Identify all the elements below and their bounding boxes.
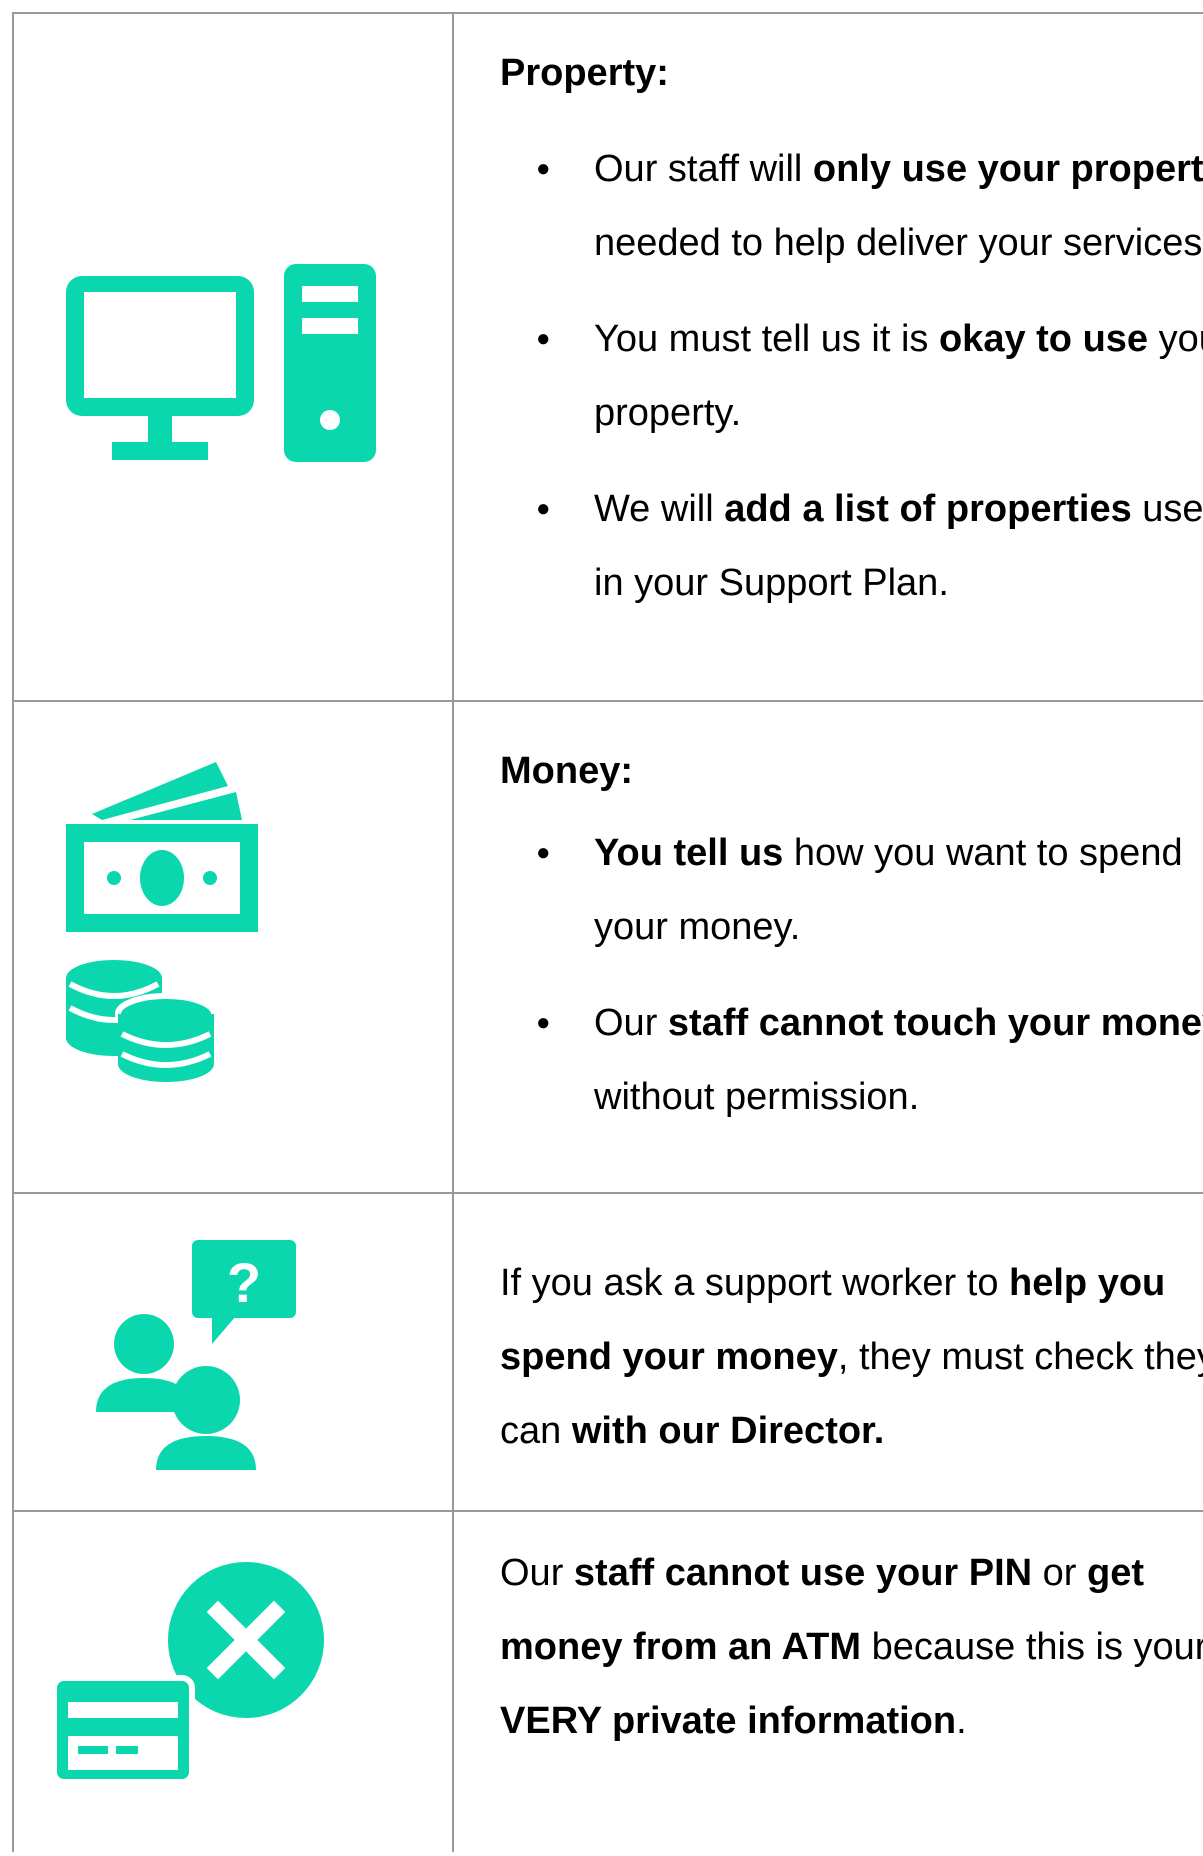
- text-cell-pin: Our staff cannot use your PIN or get mon…: [454, 1512, 1203, 1852]
- property-bullet-3: We will add a list of properties used in…: [536, 472, 1203, 620]
- svg-text:?: ?: [227, 1251, 261, 1314]
- coins-icon: [66, 960, 216, 1082]
- property-bullet-2: You must tell us it is okay to use your …: [536, 302, 1203, 450]
- icon-cell-pin: [12, 1512, 454, 1852]
- people-question-icon: ?: [96, 1240, 296, 1470]
- row-ask-support-worker: ? If you ask a support worker to help yo…: [12, 1194, 1203, 1512]
- easy-read-table: Property: Our staff will only use your p…: [12, 12, 1203, 1852]
- card-cancel-icon: [54, 1562, 324, 1782]
- text-cell-money: Money: You tell us how you want to spend…: [454, 702, 1203, 1192]
- text-cell-property: Property: Our staff will only use your p…: [454, 14, 1203, 700]
- computer-icon: [66, 264, 376, 462]
- property-bullet-1: Our staff will only use your property if…: [536, 132, 1203, 280]
- banknotes-icon: [66, 762, 258, 932]
- money-bullet-1: You tell us how you want to spend your m…: [536, 816, 1203, 964]
- property-bullet-list: Our staff will only use your property if…: [500, 132, 1203, 620]
- money-heading: Money:: [500, 750, 633, 792]
- property-heading: Property:: [500, 52, 669, 94]
- text-cell-ask: If you ask a support worker to help you …: [454, 1194, 1203, 1510]
- ask-paragraph: If you ask a support worker to help you …: [500, 1262, 1203, 1452]
- row-money: Money: You tell us how you want to spend…: [12, 702, 1203, 1194]
- money-bullet-2: Our staff cannot touch your money withou…: [536, 986, 1203, 1134]
- row-pin-atm: Our staff cannot use your PIN or get mon…: [12, 1512, 1203, 1852]
- icon-cell-ask: ?: [12, 1194, 454, 1510]
- pin-paragraph: Our staff cannot use your PIN or get mon…: [500, 1552, 1203, 1742]
- icon-cell-property: [12, 14, 454, 700]
- money-bullet-list: You tell us how you want to spend your m…: [500, 816, 1203, 1134]
- icon-cell-money: [12, 702, 454, 1192]
- row-property: Property: Our staff will only use your p…: [12, 12, 1203, 702]
